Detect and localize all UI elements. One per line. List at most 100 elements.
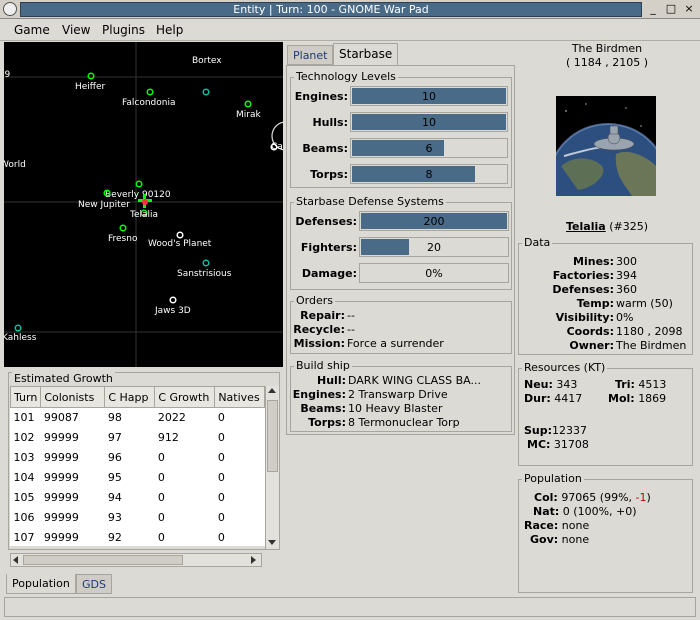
planet-label: Beverly 90120 [105,190,171,200]
defense-bar: 200 [359,211,509,231]
defense-label: Defenses: [295,215,357,228]
data-value: 0% [616,311,634,324]
defense-bar: 0% [359,263,509,283]
planet-marker[interactable] [169,296,177,304]
owner-race: The Birdmen [571,42,643,55]
planet-marker[interactable] [135,180,143,188]
tab-starbase[interactable]: Starbase [333,43,399,65]
maximize-button[interactable]: □ [664,2,678,16]
build-value: DARK WING CLASS BA... [348,374,481,387]
tech-value: 6 [425,142,433,155]
planet-marker[interactable] [202,88,210,96]
menu-help[interactable]: Help [156,23,183,37]
table-row[interactable]: 103 99999 96 0 0 [11,448,265,468]
hscroll-thumb[interactable] [23,555,183,565]
table-cell: 97 [107,431,122,444]
col-c-happ[interactable]: C Happ [104,386,156,408]
planet-label: Cas [271,142,283,152]
growth-horizontal-scrollbar[interactable] [10,553,262,567]
scroll-right-arrow[interactable] [251,556,256,564]
table-cell: 0 [157,451,165,464]
tab-planet[interactable]: Planet [287,45,334,65]
menu-bar: Game View Plugins Help [0,19,700,41]
close-button[interactable]: × [682,2,696,16]
table-cell: 95 [107,471,122,484]
nat-value: 0 (100%, +0) [562,505,637,518]
table-row[interactable]: 105 99999 94 0 0 [11,488,265,508]
tech-label: Beams: [302,142,348,155]
data-value: 300 [616,255,637,268]
build-label: Beams: [300,402,346,415]
col-turn[interactable]: Turn [10,386,42,408]
population-title: Population [522,472,584,485]
scroll-left-arrow[interactable] [13,556,18,564]
order-label: Mission: [293,337,345,350]
data-value: 360 [616,283,637,296]
table-cell: 99087 [43,411,79,425]
table-row[interactable]: 107 99999 92 0 0 [11,528,265,547]
planet-marker[interactable] [119,224,127,232]
planet-name-link[interactable]: Telalia [566,220,606,233]
tech-bar: 6 [350,138,508,158]
table-row[interactable]: 104 99999 95 0 0 [11,468,265,488]
menu-view[interactable]: View [62,23,90,37]
order-label: Recycle: [293,323,345,336]
menu-game[interactable]: Game [14,23,50,37]
window-menu-icon[interactable] [3,2,17,16]
table-row[interactable]: 106 99999 93 0 0 [11,508,265,528]
build-value: 8 Termonuclear Torp [348,416,460,429]
table-cell: 105 [13,491,35,504]
table-cell: 98 [107,411,122,425]
table-cell: 912 [157,431,179,444]
planet-id: (#325) [609,220,648,233]
data-label: Mines: [573,255,614,268]
growth-table[interactable]: Turn Colonists C Happ C Growth Natives 1… [10,386,265,546]
selected-planet-marker [142,199,148,205]
data-label: Owner: [569,339,614,352]
menu-plugins[interactable]: Plugins [102,23,145,37]
col-delta: -1 [635,491,647,504]
col-value: 97065 (99%, [561,491,636,504]
table-row[interactable]: 102 99999 97 912 0 [11,428,265,448]
defense-label: Fighters: [300,241,357,254]
order-label: Repair: [300,309,345,322]
race-value: none [561,519,590,532]
scroll-down-arrow[interactable] [268,540,276,545]
growth-title: Estimated Growth [12,372,115,385]
tab-gds[interactable]: GDS [76,574,112,594]
planet-marker[interactable] [14,324,22,332]
gov-value: none [561,533,590,546]
data-label: Coords: [566,325,614,338]
title-bar: Entity | Turn: 100 - GNOME War Pad _ □ × [0,0,700,19]
minimize-button[interactable]: _ [646,2,660,16]
planet-marker[interactable] [202,259,210,267]
table-cell: 0 [217,471,225,484]
table-row[interactable]: 101 99087 98 2022 0 [11,408,265,428]
col-colonists[interactable]: Colonists [40,386,106,408]
tri-label: Tri: [615,378,635,391]
tech-bar: 8 [350,164,508,184]
owner-coords: ( 1184 , 2105 ) [565,56,649,69]
planet-label: Jaws 3D [154,306,191,316]
planet-marker[interactable] [87,72,95,80]
table-cell: 0 [217,491,225,504]
planet-marker[interactable] [176,231,184,239]
col-c-growth[interactable]: C Growth [154,386,216,408]
mol-value: 1869 [638,392,667,405]
build-title: Build ship [294,359,352,372]
status-bar [4,597,696,617]
data-title: Data [522,236,553,249]
sup-label: Sup: [524,424,553,437]
mc-value: 31708 [553,438,589,451]
planet-marker[interactable] [146,88,154,96]
dur-label: Dur: [524,392,551,405]
table-cell: 99999 [43,451,79,464]
planet-label: Sanstrisious [177,269,232,279]
tab-population[interactable]: Population [6,574,76,594]
neu-value: 343 [556,378,578,391]
build-label: Hull: [317,374,346,387]
table-cell: 102 [13,431,35,444]
planet-marker[interactable] [244,100,252,108]
table-cell: 101 [13,411,35,425]
build-label: Torps: [308,416,346,429]
